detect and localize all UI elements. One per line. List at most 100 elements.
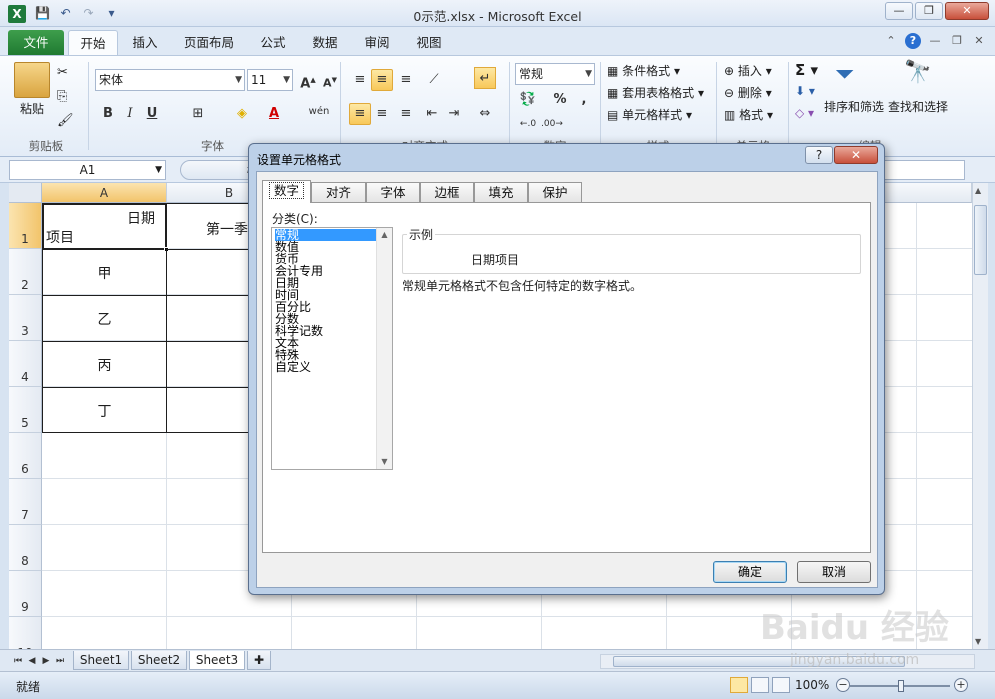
row-header-8[interactable]: 8 — [9, 525, 42, 571]
dialog-tab-number[interactable]: 数字 — [262, 180, 311, 203]
doc-close-icon[interactable]: ✕ — [971, 33, 987, 49]
font-name-combo[interactable]: 宋体 ▼ — [95, 69, 245, 91]
cut-icon[interactable]: ✂ — [57, 65, 68, 80]
align-middle-icon[interactable]: ≡ — [371, 69, 393, 91]
find-select-button[interactable]: 查找和选择 — [888, 98, 948, 115]
row-header-4[interactable]: 4 — [9, 341, 42, 387]
select-all-corner[interactable] — [9, 183, 42, 203]
zoom-in-icon[interactable]: + — [954, 678, 968, 692]
currency-format-icon[interactable]: 💱 — [517, 89, 539, 111]
vertical-scrollbar[interactable]: ▲ ▼ — [972, 183, 988, 649]
cell-styles-button[interactable]: ▤ 单元格样式 ▾ — [607, 106, 692, 123]
vertical-scroll-thumb[interactable] — [974, 205, 987, 275]
decrease-indent-icon[interactable]: ⇤ — [421, 103, 443, 125]
insert-sheet-icon[interactable]: ✚ — [247, 651, 271, 670]
align-right-icon[interactable]: ≡ — [395, 103, 417, 125]
row-header-5[interactable]: 5 — [9, 387, 42, 433]
cell-a1[interactable]: 日期 项目 — [42, 203, 169, 252]
font-color-icon[interactable]: A — [263, 103, 285, 125]
decrease-font-icon[interactable]: A▼ — [319, 69, 341, 91]
row-header-9[interactable]: 9 — [9, 571, 42, 617]
autosum-icon[interactable]: Σ ▾ — [795, 61, 818, 79]
last-sheet-icon[interactable]: ⏭ — [54, 654, 66, 668]
merge-center-icon[interactable]: ⇔ — [474, 103, 496, 125]
prev-sheet-icon[interactable]: ◀ — [26, 654, 38, 668]
minimize-ribbon-icon[interactable]: ⌃ — [883, 33, 899, 49]
row-header-2[interactable]: 2 — [9, 249, 42, 295]
conditional-format-button[interactable]: ▦ 条件格式 ▾ — [607, 62, 680, 79]
sheet-tab-1[interactable]: Sheet1 — [73, 651, 129, 670]
cell-b1[interactable]: 第一季 — [166, 203, 248, 250]
underline-icon[interactable]: U — [141, 103, 163, 125]
scroll-up-icon[interactable]: ▲ — [377, 228, 392, 242]
zoom-level[interactable]: 100% — [795, 678, 829, 692]
increase-indent-icon[interactable]: ⇥ — [443, 103, 465, 125]
scroll-up-icon[interactable]: ▲ — [975, 186, 981, 195]
increase-font-icon[interactable]: A▲ — [297, 69, 319, 91]
paste-button[interactable]: 粘贴 — [20, 100, 44, 117]
dialog-close-button[interactable]: ✕ — [834, 146, 878, 164]
category-custom[interactable]: 自定义 — [275, 361, 376, 373]
copy-icon[interactable]: ⎘ — [57, 89, 67, 104]
align-top-icon[interactable]: ≡ — [349, 69, 371, 91]
dialog-tab-font[interactable]: 字体 — [366, 182, 420, 202]
percent-icon[interactable]: % — [549, 89, 571, 111]
zoom-out-icon[interactable]: − — [836, 678, 850, 692]
wrap-text-icon[interactable]: ↵ — [474, 67, 496, 89]
first-sheet-icon[interactable]: ⏮ — [12, 654, 24, 668]
delete-cells-button[interactable]: ⊖ 删除 ▾ — [724, 84, 772, 101]
ok-button[interactable]: 确定 — [713, 561, 787, 583]
cell-b5[interactable] — [166, 387, 248, 433]
bold-icon[interactable]: B — [97, 103, 119, 125]
tab-insert[interactable]: 插入 — [124, 30, 166, 55]
row-header-1[interactable]: 1 — [9, 203, 42, 249]
cancel-button[interactable]: 取消 — [797, 561, 871, 583]
tab-review[interactable]: 审阅 — [356, 30, 398, 55]
align-bottom-icon[interactable]: ≡ — [395, 69, 417, 91]
cell-a5[interactable]: 丁 — [42, 387, 167, 433]
cell-a2[interactable]: 甲 — [42, 249, 167, 296]
number-format-combo[interactable]: 常规 ▼ — [515, 63, 595, 85]
category-list-scrollbar[interactable]: ▲ ▼ — [376, 228, 392, 469]
paste-icon[interactable] — [14, 62, 50, 98]
scroll-down-icon[interactable]: ▼ — [975, 637, 981, 646]
tab-view[interactable]: 视图 — [408, 30, 450, 55]
normal-view-icon[interactable] — [730, 677, 748, 693]
align-center-icon[interactable]: ≡ — [371, 103, 393, 125]
row-header-10[interactable]: 10 — [9, 617, 42, 649]
name-box[interactable]: A1 ▼ — [9, 160, 166, 180]
dialog-tab-border[interactable]: 边框 — [420, 182, 474, 202]
comma-style-icon[interactable]: , — [573, 89, 595, 111]
next-sheet-icon[interactable]: ▶ — [40, 654, 52, 668]
zoom-slider[interactable] — [850, 680, 950, 692]
orientation-icon[interactable]: ⟋ — [423, 69, 445, 91]
cell-a4[interactable]: 丙 — [42, 341, 167, 388]
align-left-icon[interactable]: ≡ — [349, 103, 371, 125]
zoom-slider-knob[interactable] — [898, 680, 904, 692]
tab-formulas[interactable]: 公式 — [252, 30, 294, 55]
cell-a3[interactable]: 乙 — [42, 295, 167, 342]
format-painter-icon[interactable]: 🖌 — [57, 113, 74, 128]
category-list[interactable]: 常规 数值 货币 会计专用 日期 时间 百分比 分数 科学记数 文本 特殊 自定… — [271, 227, 393, 470]
dialog-help-button[interactable]: ? — [805, 146, 833, 164]
minimize-button[interactable]: — — [885, 2, 913, 20]
tab-data[interactable]: 数据 — [304, 30, 346, 55]
page-break-view-icon[interactable] — [772, 677, 790, 693]
help-icon[interactable]: ? — [905, 33, 921, 49]
cell-b4[interactable] — [166, 341, 248, 388]
cell-b3[interactable] — [166, 295, 248, 342]
sort-filter-icon[interactable]: ⏷ — [835, 60, 854, 88]
italic-icon[interactable]: I — [119, 103, 141, 125]
sort-filter-button[interactable]: 排序和筛选 — [824, 98, 884, 115]
sheet-tab-2[interactable]: Sheet2 — [131, 651, 187, 670]
phonetic-icon[interactable]: wén — [305, 101, 333, 123]
find-select-icon[interactable]: 🔭 — [904, 60, 931, 85]
increase-decimal-icon[interactable]: ←.0 — [517, 113, 539, 135]
row-header-6[interactable]: 6 — [9, 433, 42, 479]
format-as-table-button[interactable]: ▦ 套用表格格式 ▾ — [607, 84, 704, 101]
fill-color-icon[interactable]: ◈ — [231, 103, 253, 125]
dialog-tab-alignment[interactable]: 对齐 — [311, 182, 366, 202]
dialog-tab-protection[interactable]: 保护 — [528, 182, 582, 202]
tab-page-layout[interactable]: 页面布局 — [176, 30, 242, 55]
format-cells-button[interactable]: ▥ 格式 ▾ — [724, 106, 773, 123]
